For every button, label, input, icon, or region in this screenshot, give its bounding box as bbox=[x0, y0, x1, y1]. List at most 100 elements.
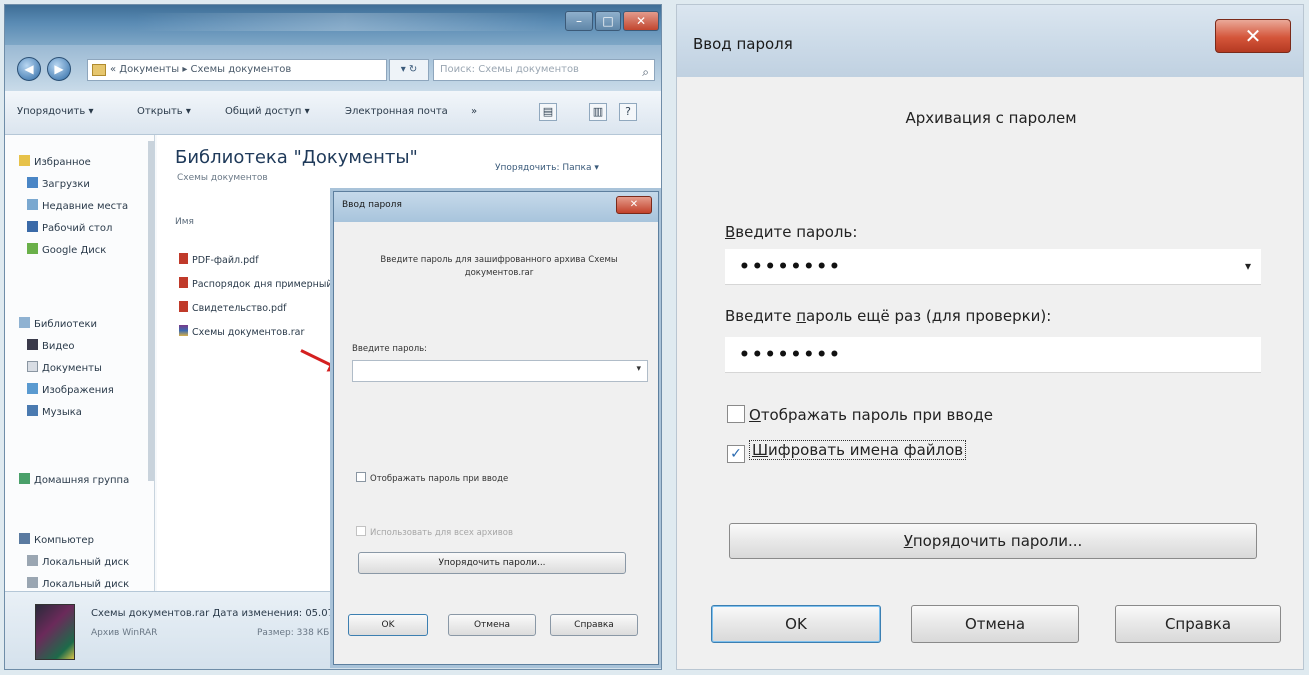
small-dialog-close-button[interactable]: ✕ bbox=[616, 196, 652, 214]
forward-button[interactable]: ▶ bbox=[47, 57, 71, 81]
dialog-titlebar: Ввод пароля ✕ bbox=[677, 5, 1303, 77]
file-item[interactable]: Свидетельство.pdf bbox=[179, 301, 286, 314]
email-button[interactable]: Электронная почта bbox=[345, 106, 448, 117]
chevron-down-icon[interactable]: ▾ bbox=[636, 364, 641, 374]
archive-thumbnail bbox=[35, 604, 75, 660]
checkmark-icon: ✓ bbox=[727, 445, 745, 463]
pdf-icon bbox=[179, 253, 188, 264]
password-input[interactable]: •••••••• ▾ bbox=[725, 249, 1261, 285]
checkbox-icon bbox=[727, 405, 745, 423]
address-bar: ◀ ▶ « Документы ▸ Схемы документов ▾ ↻ П… bbox=[5, 45, 661, 91]
preview-pane-icon[interactable]: ▥ bbox=[589, 103, 607, 121]
download-icon bbox=[27, 177, 38, 188]
nav-item[interactable]: Библиотеки bbox=[19, 317, 97, 330]
password-value: •••••••• bbox=[739, 257, 842, 277]
small-ok-button[interactable]: OK bbox=[348, 614, 428, 636]
disk-icon bbox=[27, 577, 38, 588]
nav-item[interactable]: Домашняя группа bbox=[19, 473, 129, 486]
small-use-for-all-checkbox: Использовать для всех архивов bbox=[356, 526, 513, 538]
pdf-icon bbox=[179, 301, 188, 312]
nav-scrollbar[interactable] bbox=[148, 141, 154, 481]
small-password-dialog: Ввод пароля ✕ Введите пароль для зашифро… bbox=[333, 191, 659, 665]
nav-item[interactable]: Компьютер bbox=[19, 533, 94, 546]
disk-icon bbox=[27, 555, 38, 566]
small-dialog-title: Ввод пароля bbox=[342, 200, 402, 210]
small-show-password-checkbox[interactable]: Отображать пароль при вводе bbox=[356, 472, 508, 484]
file-item[interactable]: Схемы документов.rar bbox=[179, 325, 304, 338]
titlebar-glare bbox=[135, 13, 555, 31]
dialog-heading: Архивация с паролем bbox=[905, 109, 1077, 127]
library-icon bbox=[19, 317, 30, 328]
navigation-pane: Избранное Загрузки Недавние места Рабочи… bbox=[5, 135, 155, 591]
library-subtitle: Схемы документов bbox=[177, 173, 268, 183]
file-item[interactable]: PDF-файл.pdf bbox=[179, 253, 259, 266]
explorer-window: – □ ✕ ◀ ▶ « Документы ▸ Схемы документов… bbox=[4, 4, 662, 670]
star-icon bbox=[19, 155, 30, 166]
nav-item[interactable]: Документы bbox=[27, 361, 102, 374]
explorer-titlebar: – □ ✕ bbox=[5, 5, 661, 45]
confirm-password-label: Введите пароль ещё раз (для проверки): bbox=[725, 307, 1052, 325]
share-menu[interactable]: Общий доступ ▾ bbox=[225, 106, 310, 117]
column-header-name[interactable]: Имя bbox=[175, 217, 194, 227]
archive-icon bbox=[179, 325, 188, 336]
small-dialog-titlebar: Ввод пароля ✕ bbox=[334, 192, 658, 222]
computer-icon bbox=[19, 533, 30, 544]
address-text: « Документы ▸ Схемы документов bbox=[110, 64, 292, 75]
nav-item[interactable]: Локальный диск bbox=[27, 555, 129, 568]
minimize-button[interactable]: – bbox=[565, 11, 593, 31]
command-bar: Упорядочить ▾ Открыть ▾ Общий доступ ▾ Э… bbox=[5, 91, 661, 135]
recent-icon bbox=[27, 199, 38, 210]
encrypt-filenames-checkbox[interactable]: ✓ Шифровать имена файлов bbox=[727, 440, 967, 463]
dialog-title: Ввод пароля bbox=[693, 35, 793, 53]
back-button[interactable]: ◀ bbox=[17, 57, 41, 81]
dialog-body: Архивация с паролем Введите пароль: ••••… bbox=[687, 77, 1295, 661]
folder-icon bbox=[92, 64, 106, 76]
checkbox-icon bbox=[356, 526, 366, 536]
details-name: Схемы документов.rar Дата изменения: 05.… bbox=[91, 608, 344, 619]
view-icon[interactable]: ▤ bbox=[539, 103, 557, 121]
confirm-password-input[interactable]: •••••••• bbox=[725, 337, 1261, 373]
overflow-button[interactable]: » bbox=[471, 106, 477, 117]
address-field[interactable]: « Документы ▸ Схемы документов bbox=[87, 59, 387, 81]
open-menu[interactable]: Открыть ▾ bbox=[137, 106, 191, 117]
cancel-button[interactable]: Отмена bbox=[911, 605, 1079, 643]
nav-item[interactable]: Локальный диск bbox=[27, 577, 129, 590]
arrange-by[interactable]: Упорядочить: Папка ▾ bbox=[495, 163, 599, 173]
nav-item[interactable]: Недавние места bbox=[27, 199, 128, 212]
password-label: Введите пароль: bbox=[725, 223, 858, 241]
library-title: Библиотека "Документы" bbox=[175, 147, 418, 168]
nav-item[interactable]: Музыка bbox=[27, 405, 82, 418]
small-password-input[interactable]: ▾ bbox=[352, 360, 648, 382]
help-button[interactable]: Справка bbox=[1115, 605, 1281, 643]
close-button[interactable]: ✕ bbox=[1215, 19, 1291, 53]
drive-icon bbox=[27, 243, 38, 254]
nav-item[interactable]: Видео bbox=[27, 339, 75, 352]
nav-item[interactable]: Google Диск bbox=[27, 243, 106, 256]
music-icon bbox=[27, 405, 38, 416]
ok-button[interactable]: OK bbox=[711, 605, 881, 643]
close-button[interactable]: ✕ bbox=[623, 11, 659, 31]
details-size: Размер: 338 КБ bbox=[257, 628, 330, 638]
manage-passwords-button[interactable]: Упорядочить пароли... bbox=[729, 523, 1257, 559]
checkbox-icon bbox=[356, 472, 366, 482]
refresh-button[interactable]: ▾ ↻ bbox=[389, 59, 429, 81]
file-item[interactable]: Распорядок дня примерный.pdf bbox=[179, 277, 351, 290]
help-icon[interactable]: ? bbox=[619, 103, 637, 121]
nav-item[interactable]: Изображения bbox=[27, 383, 114, 396]
nav-item[interactable]: Рабочий стол bbox=[27, 221, 112, 234]
show-password-checkbox[interactable]: Отображать пароль при вводе bbox=[727, 405, 993, 424]
documents-icon bbox=[27, 361, 38, 372]
search-placeholder: Поиск: Схемы документов bbox=[440, 64, 579, 75]
small-cancel-button[interactable]: Отмена bbox=[448, 614, 536, 636]
small-help-button[interactable]: Справка bbox=[550, 614, 638, 636]
chevron-down-icon[interactable]: ▾ bbox=[1245, 259, 1251, 273]
search-input[interactable]: Поиск: Схемы документов ⌕ bbox=[433, 59, 655, 81]
pdf-icon bbox=[179, 277, 188, 288]
nav-item[interactable]: Избранное bbox=[19, 155, 91, 168]
nav-item[interactable]: Загрузки bbox=[27, 177, 90, 190]
details-type: Архив WinRAR bbox=[91, 628, 158, 638]
maximize-button[interactable]: □ bbox=[595, 11, 621, 31]
password-dialog: Ввод пароля ✕ Архивация с паролем Введит… bbox=[676, 4, 1304, 670]
small-manage-passwords-button[interactable]: Упорядочить пароли... bbox=[358, 552, 626, 574]
organize-menu[interactable]: Упорядочить ▾ bbox=[17, 106, 93, 117]
